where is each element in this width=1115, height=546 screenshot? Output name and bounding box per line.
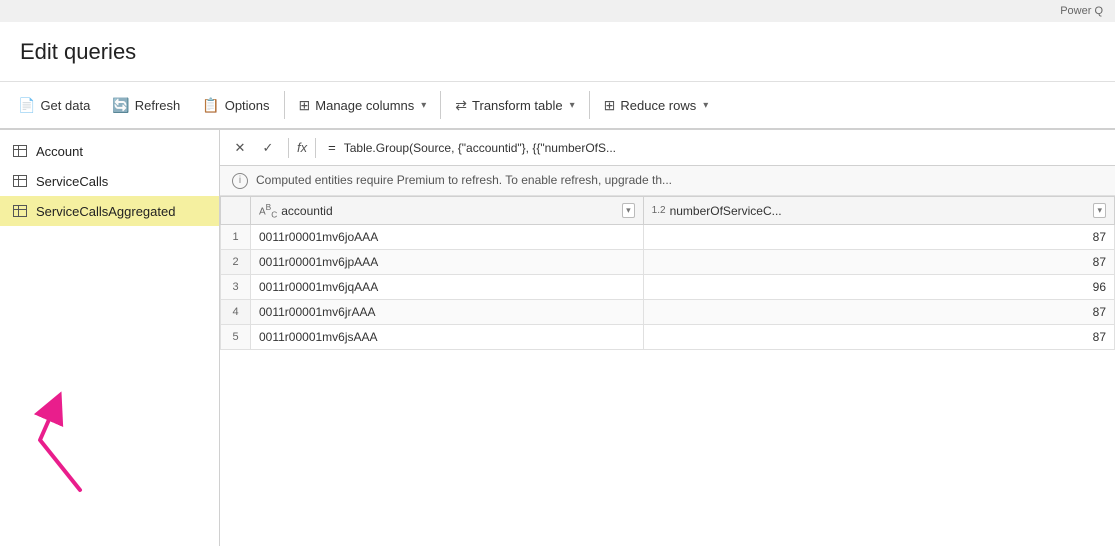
options-button[interactable]: 📋 Options xyxy=(192,91,279,120)
table-body: 10011r00001mv6joAAA8720011r00001mv6jpAAA… xyxy=(221,225,1115,350)
info-bar: i Computed entities require Premium to r… xyxy=(220,166,1115,196)
transform-table-arrow: ▾ xyxy=(570,100,575,111)
numberofservicec-type-icon: 1.2 xyxy=(652,205,666,216)
col-numberofservicec-label: numberOfServiceC... xyxy=(670,204,782,218)
refresh-button[interactable]: 🔄 Refresh xyxy=(102,91,190,120)
sidebar-item-account[interactable]: Account xyxy=(0,136,219,166)
accountid-filter-button[interactable]: ▾ xyxy=(622,203,635,218)
numberofservicec-filter-button[interactable]: ▾ xyxy=(1093,203,1106,218)
cancel-icon: ✕ xyxy=(235,140,246,156)
account-label: Account xyxy=(36,144,83,159)
table-row: 20011r00001mv6jpAAA87 xyxy=(221,250,1115,275)
reduce-rows-label: Reduce rows xyxy=(620,98,696,113)
toolbar: 📄 Get data 🔄 Refresh 📋 Options ⊞ Manage … xyxy=(0,82,1115,130)
fx-label: fx xyxy=(297,140,307,155)
reduce-rows-arrow: ▾ xyxy=(703,100,708,111)
transform-table-button[interactable]: ⇄ Transform table ▾ xyxy=(445,91,584,120)
servicecalls-label: ServiceCalls xyxy=(36,174,108,189)
sidebar-item-servicecallsaggregated[interactable]: ServiceCallsAggregated xyxy=(0,196,219,226)
manage-columns-arrow: ▾ xyxy=(421,100,426,111)
cell-accountid: 0011r00001mv6jrAAA xyxy=(251,300,644,325)
col-accountid-label: accountid xyxy=(281,204,332,218)
cell-numberofservicec: 87 xyxy=(643,300,1114,325)
table-row: 50011r00001mv6jsAAA87 xyxy=(221,325,1115,350)
data-table-container[interactable]: ABC accountid ▾ 1.2 numberOfServiceC... … xyxy=(220,196,1115,546)
col-header-numberofservicec[interactable]: 1.2 numberOfServiceC... ▾ xyxy=(643,197,1114,225)
cell-row-num: 4 xyxy=(221,300,251,325)
refresh-icon: 🔄 xyxy=(112,97,129,114)
servicecallsaggregated-table-icon xyxy=(12,203,28,219)
main-content: Account ServiceCalls ServiceCallsAggrega… xyxy=(0,130,1115,546)
manage-columns-icon: ⊞ xyxy=(299,97,311,114)
info-icon: i xyxy=(232,173,248,189)
title-area: Edit queries xyxy=(0,22,1115,82)
cell-numberofservicec: 87 xyxy=(643,250,1114,275)
options-icon: 📋 xyxy=(202,97,219,114)
manage-columns-button[interactable]: ⊞ Manage columns ▾ xyxy=(289,91,437,120)
cell-accountid: 0011r00001mv6jsAAA xyxy=(251,325,644,350)
transform-table-label: Transform table xyxy=(472,98,563,113)
cell-row-num: 2 xyxy=(221,250,251,275)
formula-equals: = xyxy=(328,140,336,155)
cell-numberofservicec: 87 xyxy=(643,325,1114,350)
servicecalls-table-icon xyxy=(12,173,28,189)
toolbar-separator-3 xyxy=(589,91,590,119)
cell-accountid: 0011r00001mv6jqAAA xyxy=(251,275,644,300)
app-container: Power Q Edit queries 📄 Get data 🔄 Refres… xyxy=(0,0,1115,546)
refresh-label: Refresh xyxy=(135,98,181,113)
servicecallsaggregated-label: ServiceCallsAggregated xyxy=(36,204,175,219)
reduce-rows-button[interactable]: ⊞ Reduce rows ▾ xyxy=(594,91,719,120)
top-bar: Power Q xyxy=(0,0,1115,22)
get-data-icon: 📄 xyxy=(18,97,35,114)
table-header-row: ABC accountid ▾ 1.2 numberOfServiceC... … xyxy=(221,197,1115,225)
table-row: 40011r00001mv6jrAAA87 xyxy=(221,300,1115,325)
get-data-label: Get data xyxy=(40,98,90,113)
manage-columns-label: Manage columns xyxy=(315,98,414,113)
table-row: 30011r00001mv6jqAAA96 xyxy=(221,275,1115,300)
formula-cancel-button[interactable]: ✕ xyxy=(228,136,252,160)
account-table-icon xyxy=(12,143,28,159)
cell-numberofservicec: 87 xyxy=(643,225,1114,250)
cell-row-num: 3 xyxy=(221,275,251,300)
cell-row-num: 5 xyxy=(221,325,251,350)
cell-numberofservicec: 96 xyxy=(643,275,1114,300)
formula-accept-button[interactable]: ✓ xyxy=(256,136,280,160)
page-title: Edit queries xyxy=(20,39,136,65)
watermark-text: Power Q xyxy=(1060,5,1103,17)
data-table: ABC accountid ▾ 1.2 numberOfServiceC... … xyxy=(220,196,1115,350)
accountid-type-icon: ABC xyxy=(259,202,277,219)
sidebar-item-servicecalls[interactable]: ServiceCalls xyxy=(0,166,219,196)
formula-separator xyxy=(288,138,289,158)
cell-accountid: 0011r00001mv6joAAA xyxy=(251,225,644,250)
col-header-accountid[interactable]: ABC accountid ▾ xyxy=(251,197,644,225)
formula-bar: ✕ ✓ fx = Table.Group(Source, {"accountid… xyxy=(220,130,1115,166)
transform-table-icon: ⇄ xyxy=(455,97,467,114)
formula-expression: Table.Group(Source, {"accountid"}, {{"nu… xyxy=(344,141,1107,155)
toolbar-separator-1 xyxy=(284,91,285,119)
get-data-button[interactable]: 📄 Get data xyxy=(8,91,100,120)
options-label: Options xyxy=(225,98,270,113)
col-header-rownum xyxy=(221,197,251,225)
table-row: 10011r00001mv6joAAA87 xyxy=(221,225,1115,250)
info-message: Computed entities require Premium to ref… xyxy=(256,172,672,189)
cell-accountid: 0011r00001mv6jpAAA xyxy=(251,250,644,275)
formula-separator-2 xyxy=(315,138,316,158)
reduce-rows-icon: ⊞ xyxy=(604,97,616,114)
cell-row-num: 1 xyxy=(221,225,251,250)
toolbar-separator-2 xyxy=(440,91,441,119)
content-pane: ✕ ✓ fx = Table.Group(Source, {"accountid… xyxy=(220,130,1115,546)
accept-icon: ✓ xyxy=(263,140,274,156)
sidebar: Account ServiceCalls ServiceCallsAggrega… xyxy=(0,130,220,546)
